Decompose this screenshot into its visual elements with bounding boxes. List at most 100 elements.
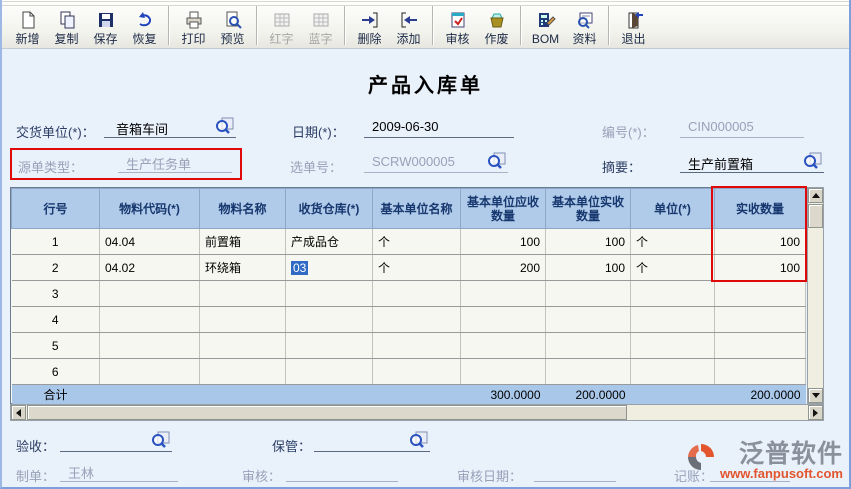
- cell-due-qty[interactable]: 100: [460, 228, 546, 255]
- void-icon: [487, 8, 507, 32]
- scroll-down-button[interactable]: [808, 388, 823, 403]
- toolbar: 新增 复制 保存 恢复 打印 预览 红字 蓝字 删除 添加 审核 作废 BOM …: [2, 0, 849, 49]
- scroll-right-button[interactable]: [808, 405, 823, 420]
- cell-material-name[interactable]: [199, 280, 286, 307]
- cell-unit[interactable]: [630, 306, 715, 333]
- grid-vertical-scrollbar[interactable]: [807, 187, 824, 404]
- restore-button[interactable]: 恢复: [125, 4, 164, 46]
- cell-unit[interactable]: 个: [630, 228, 715, 255]
- grid-horizontal-scrollbar[interactable]: [10, 404, 824, 421]
- delete-row-button[interactable]: 删除: [350, 4, 389, 46]
- cell-material-name[interactable]: [199, 306, 286, 333]
- cell-recv-qty[interactable]: [545, 332, 631, 359]
- horizontal-scroll-thumb[interactable]: [27, 405, 627, 420]
- scroll-left-button[interactable]: [11, 405, 26, 420]
- left-arrow-icon: [16, 408, 21, 417]
- new-button[interactable]: 新增: [8, 4, 47, 46]
- cell-material-name[interactable]: [199, 332, 286, 359]
- copy-button[interactable]: 复制: [47, 4, 86, 46]
- cell-recv-qty[interactable]: 100: [545, 254, 631, 281]
- cell-material-name[interactable]: 环绕箱: [199, 254, 286, 281]
- logo-name: 泛普软件: [738, 440, 843, 468]
- scroll-up-button[interactable]: [808, 188, 823, 203]
- cell-warehouse[interactable]: 产成品仓: [285, 228, 373, 255]
- cell-material-code[interactable]: 04.02: [99, 254, 200, 281]
- cell-base-unit[interactable]: [372, 358, 461, 385]
- cell-unit[interactable]: [630, 332, 715, 359]
- cell-base-unit[interactable]: [372, 306, 461, 333]
- print-button[interactable]: 打印: [174, 4, 213, 46]
- cell-warehouse-editing[interactable]: 03: [285, 254, 373, 281]
- toolbar-separator: [608, 5, 610, 45]
- cell-due-qty[interactable]: [460, 280, 546, 307]
- cell-actual-qty[interactable]: [714, 280, 806, 307]
- summary-field[interactable]: 生产前置箱: [680, 152, 824, 173]
- cell-unit[interactable]: [630, 280, 715, 307]
- cell-material-name[interactable]: 前置箱: [199, 228, 286, 255]
- cell-due-qty[interactable]: 200: [460, 254, 546, 281]
- lookup-magnifier-icon[interactable]: [802, 152, 822, 173]
- cell-due-qty[interactable]: [460, 306, 546, 333]
- cell-recv-qty[interactable]: [545, 280, 631, 307]
- cell-warehouse[interactable]: [285, 280, 373, 307]
- cell-row-no[interactable]: 1: [11, 228, 100, 255]
- cell-base-unit[interactable]: 个: [372, 228, 461, 255]
- cell-actual-qty[interactable]: [714, 332, 806, 359]
- summary-value: 生产前置箱: [688, 157, 754, 172]
- preview-button[interactable]: 预览: [213, 4, 252, 46]
- cell-due-qty[interactable]: [460, 332, 546, 359]
- delete-row-icon: [360, 8, 380, 32]
- bom-button[interactable]: BOM: [526, 4, 565, 46]
- cell-material-code[interactable]: [99, 280, 200, 307]
- cell-base-unit[interactable]: 个: [372, 254, 461, 281]
- lookup-magnifier-icon[interactable]: [408, 431, 428, 452]
- data-button[interactable]: 资料: [565, 4, 604, 46]
- doc-no-field: CIN000005: [680, 117, 804, 138]
- toolbar-separator: [256, 5, 258, 45]
- cell-row-no[interactable]: 4: [11, 306, 100, 333]
- cell-row-no[interactable]: 5: [11, 332, 100, 359]
- vertical-scroll-thumb[interactable]: [808, 204, 823, 228]
- toolbar-separator: [432, 5, 434, 45]
- cell-material-code[interactable]: [99, 358, 200, 385]
- delivery-unit-field[interactable]: 音箱车间: [104, 117, 236, 138]
- add-row-button[interactable]: 添加: [389, 4, 428, 46]
- cell-actual-qty[interactable]: [714, 306, 806, 333]
- cell-unit[interactable]: 个: [630, 254, 715, 281]
- keeper-field[interactable]: [314, 431, 430, 452]
- cell-warehouse[interactable]: [285, 306, 373, 333]
- cell-material-code[interactable]: [99, 332, 200, 359]
- save-button[interactable]: 保存: [86, 4, 125, 46]
- cell-material-code[interactable]: [99, 306, 200, 333]
- audit-button[interactable]: 审核: [438, 4, 477, 46]
- cell-unit[interactable]: [630, 358, 715, 385]
- items-grid: 行号 物料代码(*) 物料名称 收货仓库(*) 基本单位名称 基本单位应收数量 …: [10, 187, 806, 405]
- fanpu-logo-icon: [685, 441, 717, 478]
- void-button[interactable]: 作废: [477, 4, 516, 46]
- cell-actual-qty[interactable]: [714, 358, 806, 385]
- cell-warehouse[interactable]: [285, 332, 373, 359]
- cell-due-qty[interactable]: [460, 358, 546, 385]
- lookup-magnifier-icon[interactable]: [486, 152, 506, 173]
- cell-recv-qty[interactable]: [545, 306, 631, 333]
- cell-row-no[interactable]: 2: [11, 254, 100, 281]
- exit-button[interactable]: 退出: [614, 4, 653, 46]
- maker-label: 制单：: [16, 469, 56, 484]
- lookup-magnifier-icon[interactable]: [150, 431, 170, 452]
- cell-recv-qty[interactable]: [545, 358, 631, 385]
- date-field[interactable]: 2009-06-30: [364, 117, 514, 138]
- cell-row-no[interactable]: 3: [11, 280, 100, 307]
- annotation-actual-qty-column-box: [711, 186, 807, 282]
- cell-row-no[interactable]: 6: [11, 358, 100, 385]
- cell-warehouse[interactable]: [285, 358, 373, 385]
- cell-recv-qty[interactable]: 100: [545, 228, 631, 255]
- cell-base-unit[interactable]: [372, 332, 461, 359]
- cell-material-name[interactable]: [199, 358, 286, 385]
- maker-value: 王林: [68, 466, 95, 481]
- inspect-field[interactable]: [60, 431, 172, 452]
- delivery-unit-label: 交货单位(*)：: [16, 125, 95, 140]
- cell-material-code[interactable]: 04.04: [99, 228, 200, 255]
- cell-base-unit[interactable]: [372, 280, 461, 307]
- lookup-magnifier-icon[interactable]: [214, 117, 234, 138]
- annotation-source-type-box: [10, 148, 242, 180]
